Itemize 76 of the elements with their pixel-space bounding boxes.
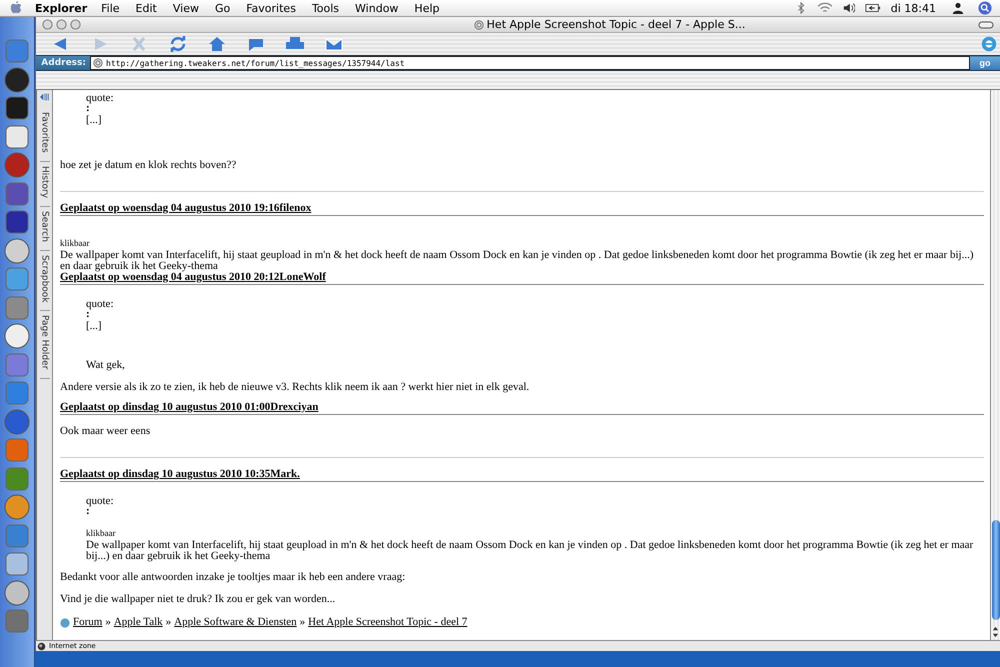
post-header: Geplaatst op woensdag 04 augustus 2010 20:12LoneWolf: [60, 271, 326, 283]
app-icon[interactable]: [3, 151, 31, 179]
app-icon[interactable]: [3, 66, 31, 94]
menu-item[interactable]: Edit: [136, 2, 157, 14]
breadcrumb-link[interactable]: Het Apple Screenshot Topic - deel 7: [308, 617, 468, 628]
app-icon[interactable]: [3, 578, 31, 606]
quote-label: quote:: [86, 496, 114, 507]
window-title: Het Apple Screenshot Topic - deel 7 - Apple S...: [486, 18, 746, 31]
browser-logo-icon: [980, 35, 998, 53]
caption: klikbaar: [85, 528, 116, 539]
post-text: Bedankt voor alle antwoorden inzake je tooltjes maar ik heb een andere vraag:: [60, 572, 406, 583]
page-icon: [93, 58, 103, 68]
menu-item[interactable]: Help: [414, 2, 440, 14]
speaker-icon[interactable]: [842, 2, 855, 14]
sidebar-tab[interactable]: Search: [40, 206, 50, 251]
quote-ellipsis: [...]: [86, 115, 103, 126]
menu-item[interactable]: Go: [214, 2, 230, 14]
menu-item[interactable]: Favorites: [246, 2, 296, 14]
breadcrumb-link[interactable]: Forum: [73, 617, 102, 628]
menu-item[interactable]: Explorer: [35, 2, 88, 14]
clock[interactable]: di 18:41: [890, 2, 936, 14]
sidebar-tab[interactable]: Scrapbook: [40, 250, 50, 312]
toolbar-toggle-icon[interactable]: [978, 20, 994, 28]
globe-icon: [37, 642, 46, 650]
breadcrumb-separator: »: [300, 617, 306, 628]
app-icon[interactable]: [3, 408, 31, 436]
address-label: Address:: [40, 58, 87, 68]
app-icon[interactable]: [3, 208, 31, 236]
app-icon[interactable]: [3, 94, 31, 122]
sidebar-toggle-icon[interactable]: [38, 92, 50, 102]
quote-colon: :: [86, 103, 90, 114]
user-icon[interactable]: [952, 2, 964, 14]
quote-ellipsis: [...]: [86, 321, 103, 332]
app-icon[interactable]: [3, 322, 31, 350]
breadcrumb-link[interactable]: Apple Talk: [114, 617, 163, 628]
menu-item[interactable]: Tools: [312, 2, 340, 14]
app-icon[interactable]: [3, 550, 31, 578]
menu-item[interactable]: Window: [355, 2, 398, 14]
sidebar-tab[interactable]: Favorites: [40, 108, 50, 162]
sidebar-tab[interactable]: Page Holder: [40, 311, 50, 379]
post-text: hoe zet je datum en klok rechts boven??: [60, 160, 238, 171]
quote-colon: :: [86, 506, 90, 517]
window-control-icon[interactable]: [70, 19, 81, 30]
post-text: De wallpaper komt van Interfacelift, hij staat geupload in m'n & het dock heeft de naam Ossom Dock en kan je vinden op . Dat gedoe linksbeneden komt door het programma Bowtie (ik zeg het er maar bij...) en daar gebruik ik het Geeky-thema: [85, 540, 974, 562]
wifi-icon[interactable]: [816, 2, 833, 14]
search-icon[interactable]: [978, 1, 992, 15]
post-text: De wallpaper komt van Interfacelift, hij staat geupload in m'n & het dock heeft de naam Ossom Dock en kan je vinden op . Dat gedoe linksbeneden komt door het programma Bowtie (ik zeg het er maar bij...) en daar gebruik ik het Geeky-thema: [60, 250, 974, 272]
post-text: Vind je die wallpaper niet te druk? Ik zou er gek van worden...: [60, 594, 336, 605]
quote-label: quote:: [86, 299, 114, 310]
post-text: Ook maar weer eens: [60, 426, 152, 437]
scrollbar-thumb[interactable]: [992, 520, 1000, 620]
apple-logo-icon[interactable]: [10, 1, 22, 15]
window-control-icon[interactable]: [42, 19, 53, 30]
post-header: Geplaatst op dinsdag 10 augustus 2010 10:35Mark.: [60, 468, 300, 480]
app-icon[interactable]: [3, 236, 31, 264]
address-field[interactable]: http://gathering.tweakers.net/forum/list_messages/1357944/last: [90, 56, 970, 70]
scroll-arrows-icon[interactable]: [992, 626, 999, 638]
post-text: Wat gek,: [85, 360, 126, 371]
breadcrumb-link[interactable]: Apple Software & Diensten: [174, 617, 297, 628]
globe-icon: [60, 618, 70, 628]
post-text: Andere versie als ik zo te zien, ik heb de nieuwe v3. Rechts klik neem ik aan ? werkt hier niet in elk geval.: [60, 382, 530, 393]
quote-label: quote:: [86, 93, 114, 104]
post-header: Geplaatst op woensdag 04 augustus 2010 19:16filenox: [60, 202, 312, 214]
app-icon[interactable]: [3, 493, 31, 521]
caption: klikbaar: [60, 238, 90, 249]
battery-icon[interactable]: [864, 2, 881, 14]
breadcrumb-separator: »: [166, 617, 172, 628]
post-header: Geplaatst op dinsdag 10 augustus 2010 01:00Drexciyan: [60, 401, 318, 413]
quote-colon: :: [86, 309, 90, 320]
sidebar-tab[interactable]: History: [40, 162, 50, 207]
breadcrumb-separator: »: [105, 617, 111, 628]
app-icon[interactable]: [3, 122, 31, 150]
page-icon: [474, 20, 484, 30]
menu-item[interactable]: File: [101, 2, 120, 14]
menu-item[interactable]: View: [172, 2, 199, 14]
window-control-icon[interactable]: [56, 19, 67, 30]
